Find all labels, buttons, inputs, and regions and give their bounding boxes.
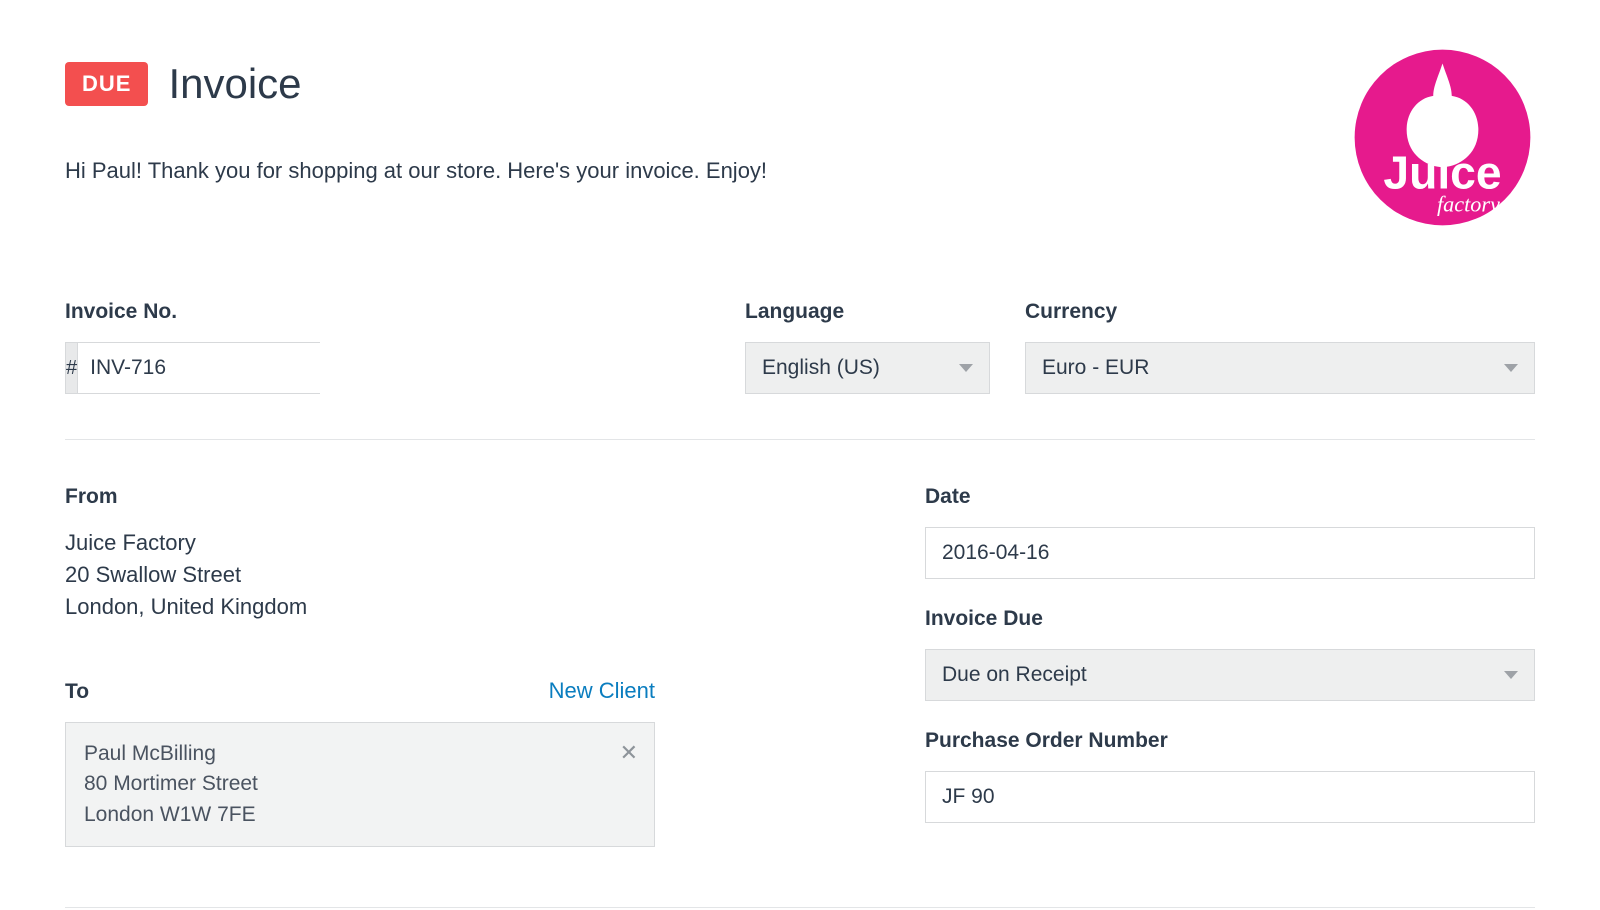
to-label: To: [65, 680, 89, 704]
currency-select[interactable]: Euro - EUR: [1025, 342, 1535, 394]
greeting-text: Hi Paul! Thank you for shopping at our s…: [65, 158, 1350, 184]
currency-group: Currency Euro - EUR: [1025, 300, 1535, 394]
header-left: DUE Invoice Hi Paul! Thank you for shopp…: [65, 60, 1350, 184]
currency-value: Euro - EUR: [1042, 356, 1149, 380]
brand-logo: Juice factory: [1350, 45, 1535, 230]
client-street: 80 Mortimer Street: [84, 769, 636, 799]
logo-text-bottom: factory: [1437, 192, 1500, 217]
currency-label: Currency: [1025, 300, 1535, 324]
invoice-header: DUE Invoice Hi Paul! Thank you for shopp…: [65, 60, 1535, 230]
from-address: Juice Factory 20 Swallow Street London, …: [65, 527, 655, 623]
divider: [65, 907, 1535, 908]
divider: [65, 439, 1535, 440]
from-city: London, United Kingdom: [65, 591, 655, 623]
chevron-down-icon: [1504, 671, 1518, 679]
from-name: Juice Factory: [65, 527, 655, 559]
invoice-due-group: Invoice Due Due on Receipt: [925, 607, 1535, 701]
status-badge: DUE: [65, 62, 148, 106]
invoice-no-prefix: #: [66, 343, 78, 393]
po-group: Purchase Order Number: [925, 729, 1535, 823]
invoice-no-input[interactable]: [78, 343, 373, 393]
title-row: DUE Invoice: [65, 60, 1350, 108]
from-to-column: From Juice Factory 20 Swallow Street Lon…: [65, 485, 655, 847]
from-label: From: [65, 485, 655, 509]
dates-column: Date Invoice Due Due on Receipt Purchase…: [925, 485, 1535, 847]
details-row: From Juice Factory 20 Swallow Street Lon…: [65, 485, 1535, 847]
client-box[interactable]: ✕ Paul McBilling 80 Mortimer Street Lond…: [65, 722, 655, 847]
invoice-due-select[interactable]: Due on Receipt: [925, 649, 1535, 701]
po-input[interactable]: [925, 771, 1535, 823]
meta-row: Invoice No. # Language English (US) Curr…: [65, 300, 1535, 394]
invoice-no-group: Invoice No. #: [65, 300, 745, 394]
invoice-no-label: Invoice No.: [65, 300, 745, 324]
invoice-due-value: Due on Receipt: [942, 663, 1087, 687]
language-select[interactable]: English (US): [745, 342, 990, 394]
new-client-link[interactable]: New Client: [549, 678, 655, 704]
from-street: 20 Swallow Street: [65, 559, 655, 591]
language-group: Language English (US): [745, 300, 990, 394]
close-icon[interactable]: ✕: [620, 737, 638, 769]
date-label: Date: [925, 485, 1535, 509]
client-name: Paul McBilling: [84, 739, 636, 769]
to-header: To New Client: [65, 678, 655, 704]
date-input[interactable]: [925, 527, 1535, 579]
invoice-due-label: Invoice Due: [925, 607, 1535, 631]
logo-text-top: Juice: [1383, 146, 1501, 198]
invoice-no-input-wrap: #: [65, 342, 320, 394]
po-label: Purchase Order Number: [925, 729, 1535, 753]
language-label: Language: [745, 300, 990, 324]
chevron-down-icon: [959, 364, 973, 372]
language-value: English (US): [762, 356, 880, 380]
date-group: Date: [925, 485, 1535, 579]
chevron-down-icon: [1504, 364, 1518, 372]
page-title: Invoice: [168, 60, 301, 108]
client-city-zip: London W1W 7FE: [84, 800, 636, 830]
